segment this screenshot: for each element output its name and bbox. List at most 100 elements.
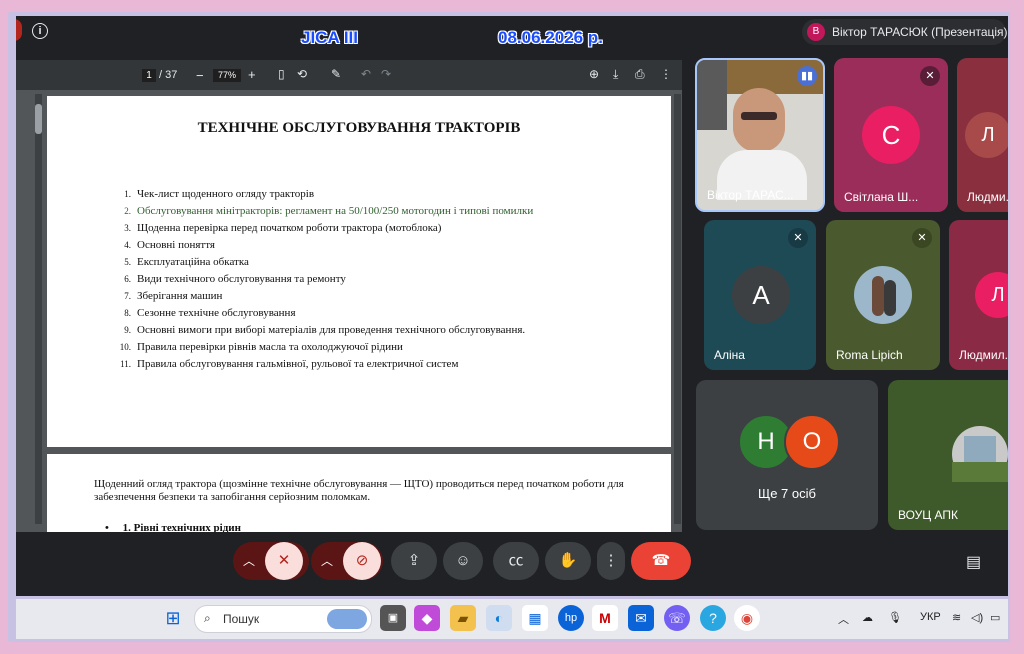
microphone-icon[interactable]: 🎙 bbox=[888, 611, 902, 624]
more-icon[interactable]: ⋮ bbox=[660, 67, 672, 81]
present-button[interactable]: ⇪ bbox=[391, 542, 437, 580]
participant-name: Віктор ТАРАС... bbox=[707, 188, 794, 202]
toc-item: 2. Обслуговування мінітракторів: регламен… bbox=[124, 205, 534, 217]
store-icon[interactable]: ▦ bbox=[522, 605, 548, 631]
task-view-icon[interactable]: ▣ bbox=[380, 605, 406, 631]
help-icon[interactable]: ? bbox=[700, 605, 726, 631]
document-title: ТЕХНІЧНЕ ОБСЛУГОВУВАННЯ ТРАКТОРІВ bbox=[197, 120, 521, 136]
participant-name: Світлана Ш... bbox=[844, 190, 919, 204]
present-screen-icon: ⇪ bbox=[407, 552, 421, 569]
rotate-icon[interactable]: ⟲ bbox=[297, 67, 307, 81]
chevron-up-icon[interactable]: ︿ bbox=[838, 611, 849, 627]
avatar-photo bbox=[952, 426, 1008, 482]
zoom-input[interactable]: 77% bbox=[213, 69, 241, 82]
chevron-up-icon[interactable]: ︿ bbox=[243, 542, 255, 580]
avatar: А bbox=[732, 266, 790, 324]
toc-item: 10. Правила перевірки рівнів масла та охо… bbox=[119, 341, 403, 353]
page-number-input[interactable]: 1 bbox=[142, 69, 156, 82]
mic-off-button[interactable]: ✕ bbox=[265, 542, 303, 580]
participant-name: Roma Lipich bbox=[836, 348, 903, 362]
file-explorer-icon[interactable]: ▰ bbox=[450, 605, 476, 631]
toc-item: 3. Щоденна перевірка перед початком робот… bbox=[124, 222, 442, 234]
avatar: С bbox=[862, 106, 920, 164]
download-icon[interactable]: ⤓ bbox=[613, 67, 618, 82]
chevron-up-icon[interactable]: ︿ bbox=[321, 542, 333, 580]
emoji-button[interactable]: ☺ bbox=[443, 542, 483, 580]
toc-item: 6. Види технічного обслуговування та ремо… bbox=[124, 273, 346, 285]
heading-text: 1. Рівні технічних рідин bbox=[122, 522, 241, 532]
participant-tile[interactable]: Л Людмил... bbox=[949, 220, 1008, 370]
volume-icon[interactable]: ◁) bbox=[971, 611, 983, 624]
end-call-icon: ☎ bbox=[651, 552, 671, 569]
fit-page-icon[interactable]: ▯ bbox=[278, 67, 285, 81]
more-vert-icon: ⋮ bbox=[603, 552, 619, 569]
video-glasses bbox=[741, 112, 777, 120]
hp-icon[interactable]: hp bbox=[558, 605, 584, 631]
hand-icon: ✋ bbox=[558, 552, 578, 569]
redo-icon[interactable]: ↷ bbox=[381, 67, 391, 81]
video-background-object bbox=[697, 60, 727, 130]
avatar: Л bbox=[965, 112, 1008, 158]
add-annotation-icon[interactable]: ⊕ bbox=[589, 67, 599, 81]
recording-indicator bbox=[16, 19, 22, 41]
mic-off-icon: ✕ bbox=[277, 552, 291, 569]
annotate-icon[interactable]: ✎ bbox=[331, 67, 341, 81]
viber-icon[interactable]: ☏ bbox=[664, 605, 690, 631]
cloud-icon[interactable]: ☁ bbox=[862, 611, 873, 624]
bullet: • bbox=[105, 522, 109, 532]
toc-item: 1. Чек-лист щоденного огляду тракторів bbox=[124, 188, 315, 200]
participant-tile[interactable]: ✕ А Аліна bbox=[704, 220, 816, 370]
pdf-viewer: 1 / 37 − 77% + ▯ ⟲ ✎ ↶ ↷ ⊕ ⤓ ⎙ ⋮ ТЕХНІЧН… bbox=[16, 60, 682, 532]
print-icon[interactable]: ⎙ bbox=[635, 67, 645, 82]
search-icon: ⌕ bbox=[204, 611, 211, 625]
battery-icon[interactable]: ▭ bbox=[990, 611, 1000, 624]
scroll-thumb[interactable] bbox=[35, 104, 42, 134]
avatar-photo bbox=[854, 266, 912, 324]
participant-tile[interactable]: Л Людми... bbox=[957, 58, 1008, 212]
undo-icon[interactable]: ↶ bbox=[361, 67, 371, 81]
language-indicator[interactable]: УКР bbox=[920, 611, 941, 623]
participant-tile[interactable]: ✕ Roma Lipich bbox=[826, 220, 940, 370]
info-icon[interactable]: i bbox=[32, 23, 48, 39]
emoji-icon: ☺ bbox=[455, 552, 471, 569]
mcafee-icon[interactable]: M bbox=[592, 605, 618, 631]
mail-icon[interactable]: ✉ bbox=[628, 605, 654, 631]
more-participants-tile[interactable]: Н О Ще 7 осіб bbox=[696, 380, 878, 530]
toc-item: 11. Правила обслуговування гальмівної, ру… bbox=[120, 358, 459, 370]
wifi-icon[interactable]: ≋ bbox=[952, 611, 961, 624]
taskbar-search[interactable]: ⌕ Пошук bbox=[194, 605, 372, 633]
video-face bbox=[733, 88, 785, 152]
call-controls: ︿ ✕ ︿ ⊘ ⇪ ☺ ㏄ ✋ ⋮ ☎ ▤ bbox=[16, 542, 1008, 586]
zoom-out-button[interactable]: − bbox=[196, 68, 204, 83]
left-scrollbar[interactable] bbox=[35, 94, 42, 524]
search-placeholder: Пошук bbox=[223, 612, 260, 626]
mic-off-icon: ✕ bbox=[920, 66, 940, 86]
zoom-in-button[interactable]: + bbox=[248, 67, 256, 82]
meet-window: i JICA III 08.06.2026 р. В Віктор ТАРАСЮ… bbox=[16, 16, 1008, 596]
participant-name: Аліна bbox=[714, 348, 745, 362]
participant-name: Людми... bbox=[967, 190, 1008, 204]
more-options-button[interactable]: ⋮ bbox=[597, 542, 625, 580]
edge-icon[interactable]: ◐ bbox=[486, 605, 512, 631]
mic-off-icon: ✕ bbox=[912, 228, 932, 248]
participant-tile[interactable]: ✕ С Світлана Ш... bbox=[834, 58, 948, 212]
pdf-page-2: Щоденний огляд трактора (щозмінне техніч… bbox=[47, 454, 671, 532]
avatar: О bbox=[784, 414, 840, 470]
page2-heading: • 1. Рівні технічних рідин bbox=[105, 522, 241, 532]
copilot-icon[interactable]: ◆ bbox=[414, 605, 440, 631]
toc-item: 8. Сезонне технічне обслуговування bbox=[124, 307, 296, 319]
toc-item: 5. Експлуатаційна обкатка bbox=[124, 256, 249, 268]
right-scrollbar[interactable] bbox=[674, 94, 681, 524]
more-participants-label: Ще 7 осіб bbox=[758, 486, 816, 501]
participant-tile[interactable]: ВОУЦ АПК bbox=[888, 380, 1008, 530]
leave-call-button[interactable]: ☎ bbox=[631, 542, 691, 580]
participant-tile-presenter[interactable]: ▮▮ Віктор ТАРАС... bbox=[695, 58, 825, 212]
captions-button[interactable]: ㏄ bbox=[493, 542, 539, 580]
raise-hand-button[interactable]: ✋ bbox=[545, 542, 591, 580]
chrome-icon[interactable]: ◉ bbox=[734, 605, 760, 631]
windows-start-icon[interactable]: ⊞ bbox=[160, 605, 186, 631]
presenter-chip[interactable]: В Віктор ТАРАСЮК (Презентація) bbox=[802, 19, 1008, 45]
camera-off-button[interactable]: ⊘ bbox=[343, 542, 381, 580]
chat-icon[interactable]: ▤ bbox=[966, 552, 981, 572]
page-total: / 37 bbox=[159, 69, 178, 81]
